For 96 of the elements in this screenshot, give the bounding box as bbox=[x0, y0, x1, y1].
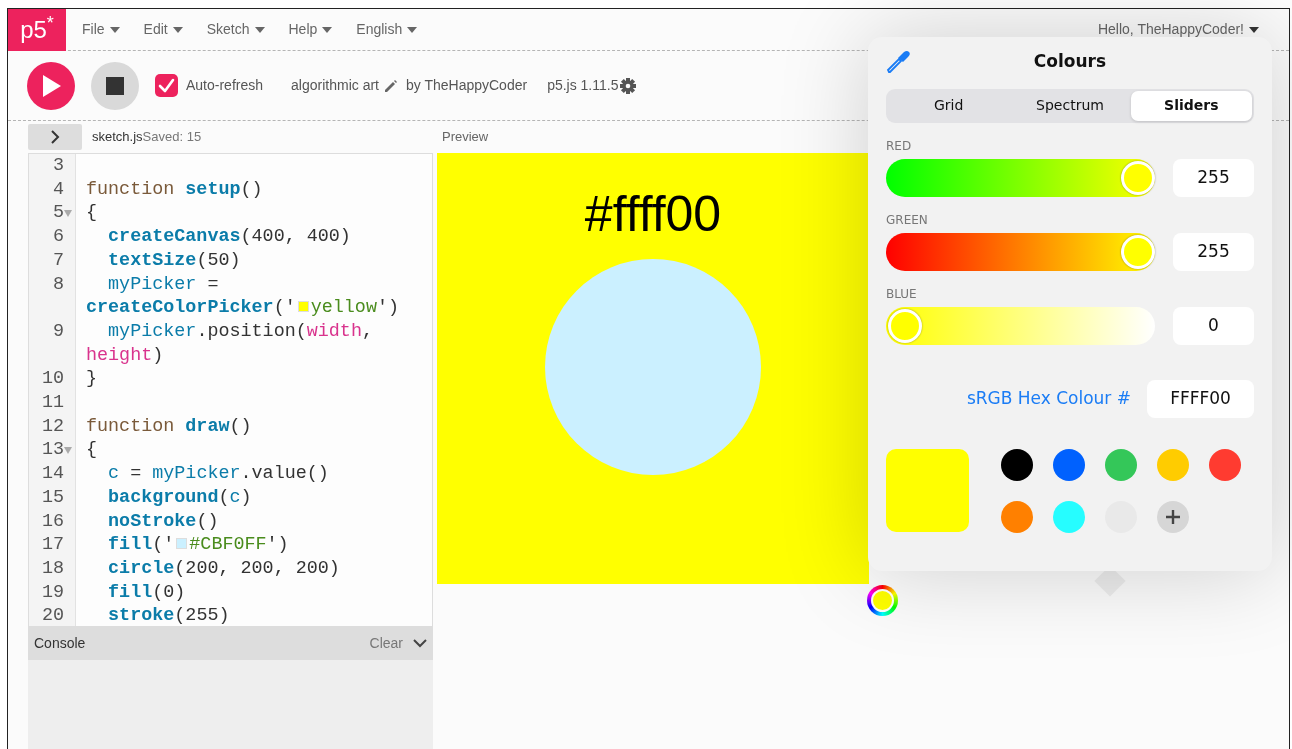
color-swatch[interactable] bbox=[1157, 448, 1189, 481]
stop-icon bbox=[106, 76, 124, 95]
line-number: 9 bbox=[52, 319, 64, 344]
plus-icon bbox=[1165, 508, 1181, 525]
segment-tab[interactable]: Sliders bbox=[1130, 90, 1252, 121]
channel-label: GREEN bbox=[886, 211, 929, 229]
line-number: 11 bbox=[41, 391, 64, 415]
sidebar-toggle-button[interactable] bbox=[28, 124, 82, 150]
chevron-right-icon bbox=[50, 130, 60, 144]
stop-button[interactable] bbox=[91, 61, 139, 110]
segment-tab[interactable]: Spectrum bbox=[1009, 90, 1131, 121]
code-line: fill(' #CBF0FF') bbox=[107, 533, 290, 557]
p5-logo[interactable]: p5$^{*}$ bbox=[8, 8, 66, 51]
line-number: 10 bbox=[41, 367, 64, 391]
code-line: function draw() bbox=[86, 414, 253, 439]
author-link[interactable]: by TheHappyCoder bbox=[405, 75, 528, 96]
line-number: 12 bbox=[41, 414, 64, 439]
slider-thumb[interactable] bbox=[888, 308, 922, 343]
color-swatch[interactable] bbox=[1053, 448, 1085, 481]
file-name: sketch.js bbox=[92, 128, 143, 147]
code-line: myPicker = createColorPicker(' yellow') bbox=[86, 272, 400, 320]
code-line: textSize(50) bbox=[107, 248, 242, 273]
menu-item[interactable]: File bbox=[70, 19, 132, 40]
code-line: circle(200, 200, 200) bbox=[107, 556, 341, 581]
caret-icon bbox=[109, 25, 120, 34]
line-number: 8 bbox=[52, 272, 64, 297]
code-line: stroke(255) bbox=[107, 604, 231, 626]
line-number: 7 bbox=[52, 248, 64, 273]
menu-item[interactable]: Edit bbox=[131, 19, 195, 40]
channel-label: RED bbox=[886, 137, 913, 155]
color-swatch[interactable] bbox=[1001, 500, 1033, 533]
play-button[interactable] bbox=[27, 61, 75, 110]
line-number: 19 bbox=[41, 580, 64, 605]
preview-label: Preview bbox=[442, 128, 489, 147]
value-field[interactable]: 255 bbox=[1173, 232, 1254, 271]
value-field[interactable]: 255 bbox=[1173, 158, 1254, 197]
version-label: p5.js 1.11.5 bbox=[547, 76, 619, 95]
line-number: 14 bbox=[41, 462, 64, 486]
code-line: background(c) bbox=[107, 485, 253, 510]
color-swatch[interactable] bbox=[1001, 448, 1033, 481]
line-number: 20 bbox=[41, 604, 64, 626]
play-icon bbox=[41, 74, 61, 97]
value-field[interactable]: 0 bbox=[1173, 306, 1254, 345]
code-line: function setup() bbox=[86, 177, 264, 202]
hex-field[interactable]: FFFF00 bbox=[1147, 379, 1254, 418]
caret-icon bbox=[1249, 25, 1259, 34]
code-line: noStroke() bbox=[107, 509, 220, 534]
line-number: 13 bbox=[41, 438, 64, 463]
panel-title: Colours bbox=[1032, 50, 1108, 73]
code-line: createCanvas(400, 400) bbox=[107, 225, 352, 249]
color-swatch[interactable] bbox=[1209, 448, 1241, 481]
code-line: c = myPicker.value() bbox=[107, 462, 330, 486]
settings-icon bbox=[620, 77, 637, 94]
line-number: 5 bbox=[52, 201, 64, 226]
menu-item[interactable]: English bbox=[344, 19, 430, 40]
color-swatch[interactable] bbox=[1053, 500, 1085, 533]
hex-label: sRGB Hex Colour # bbox=[966, 386, 1131, 410]
user-menu[interactable]: Hello, TheHappyCoder! bbox=[1085, 19, 1289, 40]
slider-thumb[interactable] bbox=[1121, 160, 1155, 195]
code-line: myPicker.position(width, height) bbox=[86, 319, 374, 368]
color-slider[interactable] bbox=[886, 232, 1155, 271]
color-slider[interactable] bbox=[886, 158, 1155, 197]
line-number: 3 bbox=[52, 154, 64, 178]
caret-icon bbox=[254, 25, 265, 34]
code-line: } bbox=[86, 367, 99, 391]
color-slider[interactable] bbox=[886, 306, 1155, 345]
menu-item[interactable]: Help bbox=[276, 19, 345, 40]
auto-refresh-checkbox[interactable] bbox=[155, 74, 178, 97]
checkbox-label: Auto-refresh bbox=[186, 76, 264, 95]
segment-tab[interactable]: Grid bbox=[888, 90, 1010, 121]
channel-label: BLUE bbox=[886, 285, 918, 303]
add-color-button[interactable] bbox=[1157, 500, 1189, 533]
line-number: 16 bbox=[41, 509, 64, 534]
check-icon bbox=[158, 78, 175, 93]
menu-item[interactable]: Sketch bbox=[194, 19, 277, 40]
color-picker-button[interactable] bbox=[867, 585, 898, 616]
line-number: 17 bbox=[41, 533, 64, 557]
caret-icon bbox=[322, 25, 333, 34]
code-line: { bbox=[86, 201, 99, 226]
saved-status: Saved: 15 bbox=[142, 128, 202, 147]
caret-icon bbox=[172, 25, 183, 34]
console-title: Console bbox=[34, 634, 86, 653]
slider-thumb[interactable] bbox=[1121, 234, 1155, 269]
pencil-icon bbox=[383, 78, 398, 93]
caret-icon bbox=[407, 25, 418, 34]
line-number: 15 bbox=[41, 485, 64, 510]
line-number: 4 bbox=[52, 177, 64, 202]
eyedropper-icon bbox=[886, 49, 911, 74]
color-swatch[interactable] bbox=[1105, 448, 1137, 481]
code-line: fill(0) bbox=[107, 580, 187, 605]
code-line: { bbox=[86, 438, 99, 463]
line-number: 18 bbox=[41, 556, 64, 581]
line-number: 6 bbox=[52, 225, 64, 249]
chevron-down-icon bbox=[413, 639, 427, 648]
sketch-name[interactable]: algorithmic art bbox=[291, 75, 379, 96]
canvas-text: #ffff00 bbox=[584, 189, 722, 239]
